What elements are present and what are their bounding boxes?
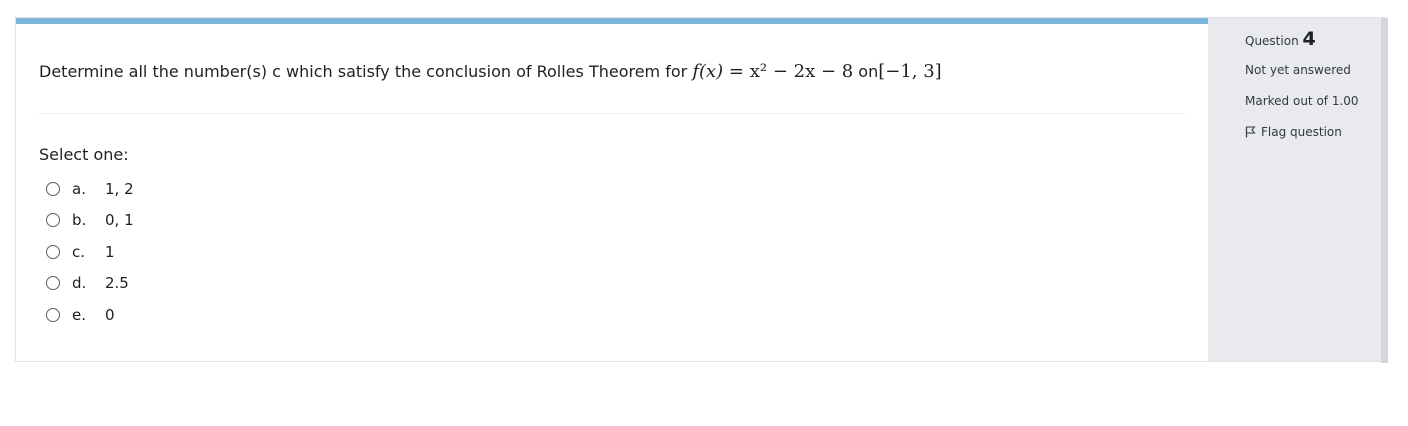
answer-option-a[interactable]: a. 1, 2 xyxy=(46,173,134,205)
question-card: Determine all the number(s) c which sati… xyxy=(15,17,1388,363)
answer-letter: a. xyxy=(72,179,86,198)
radio-button[interactable] xyxy=(46,213,60,228)
answer-option-c[interactable]: c. 1 xyxy=(46,236,134,268)
answer-letter: c. xyxy=(72,242,86,261)
question-info-panel: Question 4 Not yet answered Marked out o… xyxy=(1208,18,1388,363)
answer-value: 2.5 xyxy=(105,274,129,293)
answer-status: Not yet answered xyxy=(1245,63,1351,77)
answer-letter: d. xyxy=(72,274,87,293)
question-text: Determine all the number(s) c which sati… xyxy=(39,58,942,86)
answer-option-e[interactable]: e. 0 xyxy=(46,299,134,331)
answer-list: a. 1, 2 b. 0, 1 c. 1 d. 2.5 e. 0 xyxy=(46,173,134,331)
select-one-prompt: Select one: xyxy=(39,145,129,164)
question-formula: f(x) = x² − 2x − 8 xyxy=(692,61,853,82)
answer-letter: b. xyxy=(72,211,87,230)
answer-value: 1, 2 xyxy=(105,179,134,198)
answer-value: 1 xyxy=(105,242,115,261)
question-content: Determine all the number(s) c which sati… xyxy=(16,18,1208,361)
scrollbar[interactable] xyxy=(1381,18,1388,363)
question-connector: on xyxy=(858,62,879,81)
divider xyxy=(39,113,1186,114)
answer-value: 0 xyxy=(105,305,115,324)
flag-question-label: Flag question xyxy=(1261,125,1342,139)
question-number: 4 xyxy=(1302,28,1316,50)
question-label: Question xyxy=(1245,34,1299,48)
question-interval: [−1, 3] xyxy=(878,61,942,82)
formula-rhs: = x² − 2x − 8 xyxy=(728,61,854,82)
flag-question-link[interactable]: Flag question xyxy=(1245,125,1342,139)
flag-icon xyxy=(1245,126,1256,138)
radio-button[interactable] xyxy=(46,181,60,196)
question-topbar xyxy=(16,18,1208,24)
marks-info: Marked out of 1.00 xyxy=(1245,94,1359,108)
question-text-prefix: Determine all the number(s) c which sati… xyxy=(39,62,688,81)
formula-fx: f(x) xyxy=(692,61,724,82)
answer-letter: e. xyxy=(72,305,86,324)
radio-button[interactable] xyxy=(46,244,60,259)
answer-value: 0, 1 xyxy=(105,211,134,230)
radio-button[interactable] xyxy=(46,276,60,291)
answer-option-d[interactable]: d. 2.5 xyxy=(46,268,134,300)
answer-option-b[interactable]: b. 0, 1 xyxy=(46,205,134,237)
radio-button[interactable] xyxy=(46,307,60,322)
question-number-label: Question 4 xyxy=(1245,28,1316,50)
